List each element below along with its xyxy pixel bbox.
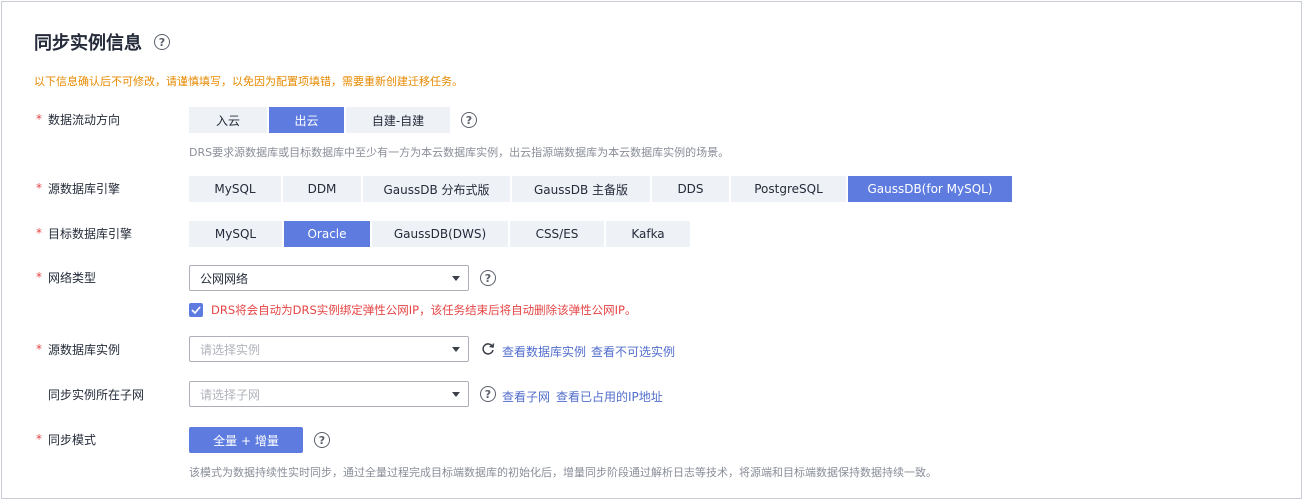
- direction-segmented: 入云 出云 自建-自建: [189, 107, 452, 133]
- network-select[interactable]: 公网网络: [189, 265, 469, 291]
- subnet-placeholder: 请选择子网: [200, 387, 261, 402]
- target-engine-css-es[interactable]: CSS/ES: [510, 221, 604, 247]
- direction-label: * 数据流动方向: [36, 106, 120, 132]
- sync-mode-label: * 同步模式: [36, 426, 96, 452]
- source-instance-label-text: 源数据库实例: [48, 342, 121, 357]
- caret-down-icon: [452, 392, 460, 397]
- direction-option-self-built[interactable]: 自建-自建: [346, 107, 450, 133]
- target-engine-label-text: 目标数据库引擎: [48, 226, 133, 241]
- source-instance-select[interactable]: 请选择实例: [189, 336, 469, 362]
- subnet-label: 同步实例所在子网: [48, 381, 144, 407]
- source-instance-label: * 源数据库实例: [36, 336, 120, 362]
- source-instance-placeholder: 请选择实例: [200, 342, 261, 357]
- subnet-help-icon[interactable]: ?: [480, 386, 496, 402]
- eip-checkbox-row: DRS将会自动为DRS实例绑定弹性公网IP，该任务结束后将自动删除该弹性公网IP…: [189, 302, 636, 318]
- required-mark: *: [36, 342, 42, 356]
- required-mark: *: [36, 432, 42, 446]
- sync-mode-full-incremental-button[interactable]: 全量 + 增量: [189, 427, 303, 453]
- network-label: * 网络类型: [36, 264, 96, 290]
- network-help-icon[interactable]: ?: [480, 270, 496, 286]
- refresh-icon[interactable]: [481, 342, 495, 356]
- source-engine-postgresql[interactable]: PostgreSQL: [731, 176, 846, 202]
- caret-down-icon: [452, 276, 460, 281]
- check-icon: [191, 306, 201, 314]
- direction-option-in-cloud[interactable]: 入云: [189, 107, 267, 133]
- source-engine-gaussdb-primary-standby[interactable]: GaussDB 主备版: [512, 176, 650, 202]
- network-label-text: 网络类型: [48, 270, 97, 285]
- required-mark: *: [36, 112, 42, 126]
- view-subnet-link[interactable]: 查看子网: [502, 388, 550, 405]
- target-engine-segmented: MySQL Oracle GaussDB(DWS) CSS/ES Kafka: [189, 221, 692, 247]
- sync-mode-help-icon[interactable]: ?: [314, 432, 330, 448]
- eip-checkbox[interactable]: [189, 303, 203, 317]
- source-engine-segmented: MySQL DDM GaussDB 分布式版 GaussDB 主备版 DDS P…: [189, 176, 1014, 202]
- direction-help-icon[interactable]: ?: [461, 112, 477, 128]
- title-row: 同步实例信息 ?: [34, 30, 170, 54]
- eip-checkbox-text: DRS将会自动为DRS实例绑定弹性公网IP，该任务结束后将自动删除该弹性公网IP…: [211, 303, 637, 317]
- required-mark: *: [36, 270, 42, 284]
- direction-label-text: 数据流动方向: [48, 112, 121, 127]
- caret-down-icon: [452, 347, 460, 352]
- form-panel: 同步实例信息 ? 以下信息确认后不可修改，请谨慎填写，以免因为配置项填错，需要重…: [1, 1, 1302, 499]
- view-unselectable-instances-link[interactable]: 查看不可选实例: [591, 343, 675, 360]
- required-mark: *: [36, 181, 42, 195]
- source-engine-label: * 源数据库引擎: [36, 175, 120, 201]
- direction-hint: DRS要求源数据库或目标数据库中至少有一方为本云数据库实例，出云指源端数据库为本…: [189, 146, 730, 159]
- required-mark: *: [36, 226, 42, 240]
- source-engine-mysql[interactable]: MySQL: [189, 176, 281, 202]
- page-title: 同步实例信息: [34, 33, 142, 54]
- subnet-label-text: 同步实例所在子网: [48, 387, 145, 402]
- view-used-ip-link[interactable]: 查看已占用的IP地址: [556, 388, 663, 405]
- source-engine-gaussdb-distributed[interactable]: GaussDB 分布式版: [363, 176, 510, 202]
- target-engine-mysql[interactable]: MySQL: [189, 221, 282, 247]
- source-engine-label-text: 源数据库引擎: [48, 181, 121, 196]
- target-engine-kafka[interactable]: Kafka: [606, 221, 690, 247]
- source-engine-gaussdb-for-mysql[interactable]: GaussDB(for MySQL): [848, 176, 1012, 202]
- target-engine-label: * 目标数据库引擎: [36, 220, 132, 246]
- direction-option-out-cloud[interactable]: 出云: [269, 107, 344, 133]
- target-engine-gaussdb-dws[interactable]: GaussDB(DWS): [372, 221, 508, 247]
- target-engine-oracle[interactable]: Oracle: [284, 221, 370, 247]
- help-icon[interactable]: ?: [154, 34, 170, 50]
- view-db-instances-link[interactable]: 查看数据库实例: [502, 343, 586, 360]
- source-engine-ddm[interactable]: DDM: [283, 176, 361, 202]
- source-engine-dds[interactable]: DDS: [652, 176, 729, 202]
- sync-mode-hint: 该模式为数据持续性实时同步，通过全量过程完成目标端数据库的初始化后，增量同步阶段…: [189, 466, 937, 479]
- subnet-select[interactable]: 请选择子网: [189, 381, 469, 407]
- sync-mode-label-text: 同步模式: [48, 432, 97, 447]
- network-select-value: 公网网络: [200, 271, 249, 286]
- warning-text: 以下信息确认后不可修改，请谨慎填写，以免因为配置项填错，需要重新创建迁移任务。: [34, 75, 463, 88]
